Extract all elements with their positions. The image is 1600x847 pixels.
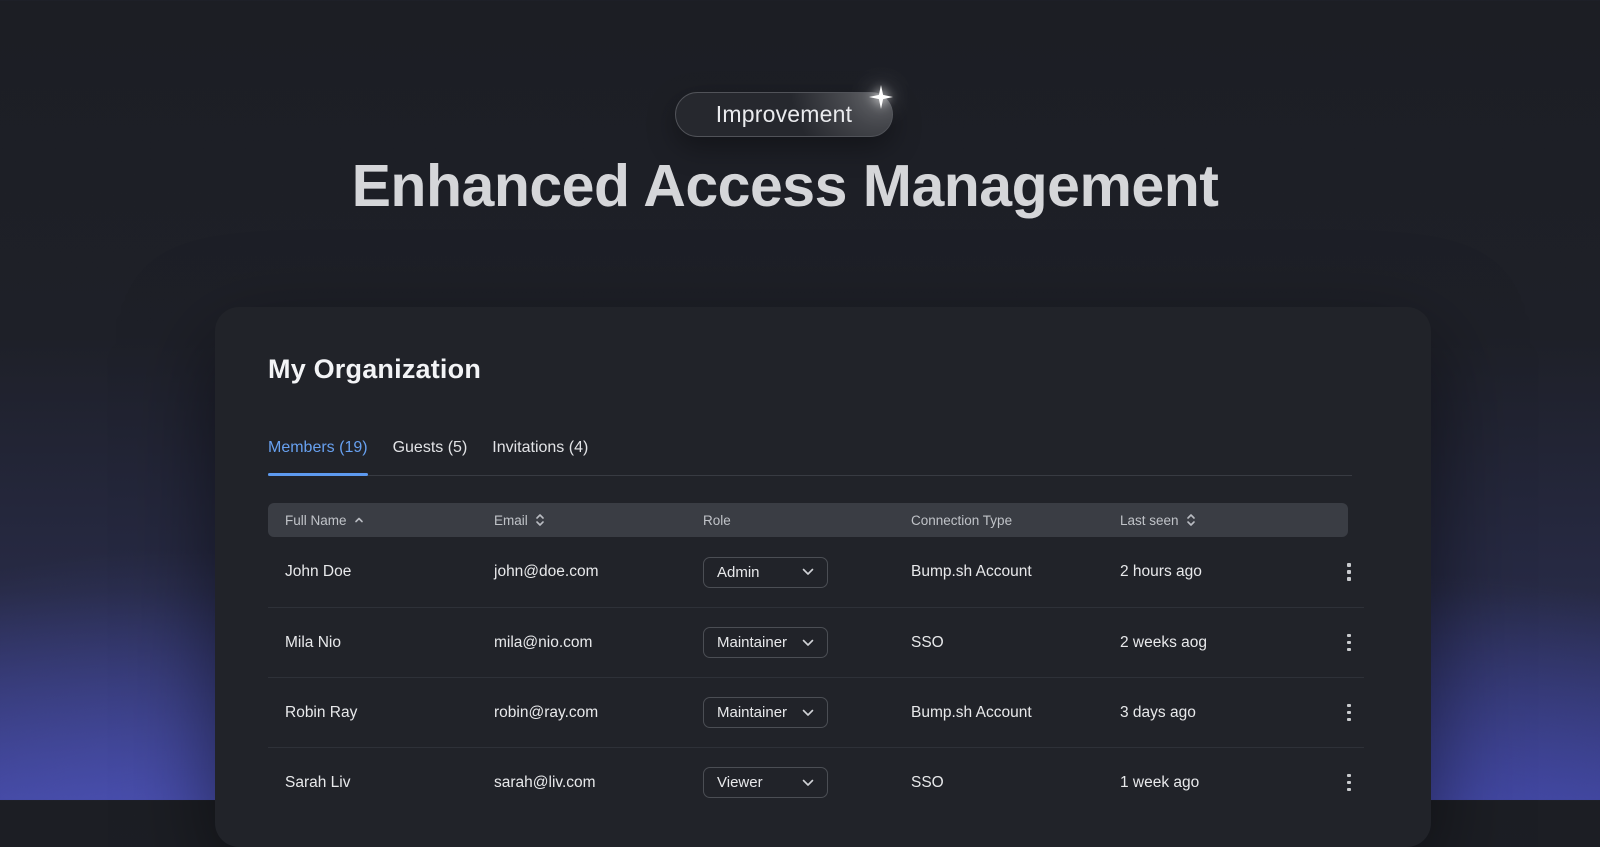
table-row: Robin Ray robin@ray.com Maintainer Bump.sh … (268, 677, 1364, 747)
kebab-dot (1347, 640, 1351, 645)
tab-members[interactable]: Members (19) (268, 439, 368, 476)
member-email: sarah@liv.com (494, 773, 596, 791)
role-cell: Admin (703, 556, 911, 588)
role-select-value: Admin (717, 563, 760, 581)
member-email: mila@nio.com (494, 633, 593, 651)
role-cell: Maintainer (703, 627, 911, 658)
tab-label: Guests (5) (392, 439, 468, 456)
role-select[interactable]: Admin (703, 556, 828, 588)
table-row: John Doe john@doe.com Admin Bump.sh Account… (268, 537, 1364, 607)
tab-guests[interactable]: Guests (5) (393, 439, 468, 475)
hero-title: Enhanced Access Management (351, 153, 1219, 219)
last-seen: 3 days ago (1120, 703, 1196, 721)
kebab-dot (1347, 717, 1351, 722)
actions-cell (1334, 555, 1364, 589)
role-select[interactable]: Viewer (703, 767, 828, 798)
kebab-dot (1347, 563, 1351, 567)
chevron-down-icon (802, 709, 814, 716)
tab-label: Invitations (4) (492, 439, 589, 456)
actions-cell (1334, 766, 1364, 800)
column-header-email[interactable]: Email (494, 513, 703, 528)
column-label: Role (703, 512, 731, 528)
member-name: Robin Ray (285, 703, 358, 721)
role-cell: Viewer (703, 767, 911, 798)
role-cell: Maintainer (703, 697, 911, 728)
sparkle-icon (869, 85, 893, 109)
tab-label: Members (19) (268, 439, 368, 456)
role-select-value: Maintainer (717, 634, 788, 651)
member-name: John Doe (285, 563, 352, 580)
connection-type: SSO (911, 773, 944, 791)
caret-up-down-icon (1186, 514, 1195, 526)
column-label: Email (494, 512, 528, 528)
kebab-menu-icon[interactable] (1334, 766, 1364, 800)
column-label: Connection Type (911, 512, 1013, 528)
table-row: Sarah Liv sarah@liv.com Viewer SSO 1 week ag… (268, 747, 1364, 817)
column-label: Full Name (285, 512, 347, 528)
connection-type: Bump.sh Account (911, 703, 1032, 721)
kebab-menu-icon[interactable] (1334, 696, 1364, 730)
caret-up-down-icon (535, 514, 544, 526)
table-body: John Doe john@doe.com Admin Bump.sh Account… (268, 537, 1364, 817)
badge-label: Improvement (715, 101, 853, 127)
page: { "hero": { "badge_label": "Improvement"… (0, 0, 1600, 847)
member-email: john@doe.com (494, 563, 599, 580)
connection-type: SSO (911, 633, 944, 651)
kebab-dot (1347, 703, 1351, 708)
connection-type: Bump.sh Account (911, 563, 1032, 580)
role-select[interactable]: Maintainer (703, 627, 828, 658)
tab-invitations[interactable]: Invitations (4) (492, 439, 588, 475)
card-title: My Organization (268, 354, 482, 384)
chevron-down-icon (802, 639, 814, 646)
table-header-row: Full Name Email Role Connection Type Last se… (268, 503, 1348, 537)
actions-cell (1334, 696, 1364, 730)
role-select-value: Viewer (717, 774, 763, 791)
table-row: Mila Nio mila@nio.com Maintainer SSO 2 weeks… (268, 607, 1364, 677)
chevron-down-icon (802, 779, 814, 786)
actions-cell (1334, 626, 1364, 660)
kebab-menu-icon[interactable] (1334, 555, 1364, 589)
column-label: Last seen (1120, 512, 1179, 528)
tab-bar: Members (19) Guests (5) Invitations (4) (268, 439, 1352, 476)
kebab-dot (1347, 577, 1351, 581)
member-email: robin@ray.com (494, 703, 599, 721)
column-header-connection-type[interactable]: Connection Type (911, 513, 1120, 528)
kebab-dot (1347, 633, 1351, 638)
column-header-role[interactable]: Role (703, 513, 911, 528)
organization-card: My Organization Members (19) Guests (5) In… (215, 307, 1431, 847)
kebab-dot (1347, 773, 1351, 778)
column-header-last-seen[interactable]: Last seen (1120, 513, 1329, 528)
chevron-down-icon (802, 568, 814, 575)
kebab-dot (1347, 710, 1351, 715)
last-seen: 2 weeks aog (1120, 633, 1208, 651)
role-select[interactable]: Maintainer (703, 697, 828, 728)
member-name: Mila Nio (285, 633, 341, 651)
caret-up-icon (354, 517, 363, 523)
member-name: Sarah Liv (285, 773, 351, 791)
improvement-badge: Improvement (675, 85, 893, 137)
last-seen: 2 hours ago (1120, 563, 1202, 580)
kebab-dot (1347, 787, 1351, 792)
last-seen: 1 week ago (1120, 773, 1200, 791)
members-table: Full Name Email Role Connection Type Last se… (268, 503, 1364, 817)
kebab-dot (1347, 647, 1351, 652)
kebab-dot (1347, 780, 1351, 785)
kebab-dot (1347, 570, 1351, 574)
kebab-menu-icon[interactable] (1334, 626, 1364, 660)
column-header-full-name[interactable]: Full Name (285, 513, 494, 528)
role-select-value: Maintainer (717, 704, 788, 721)
